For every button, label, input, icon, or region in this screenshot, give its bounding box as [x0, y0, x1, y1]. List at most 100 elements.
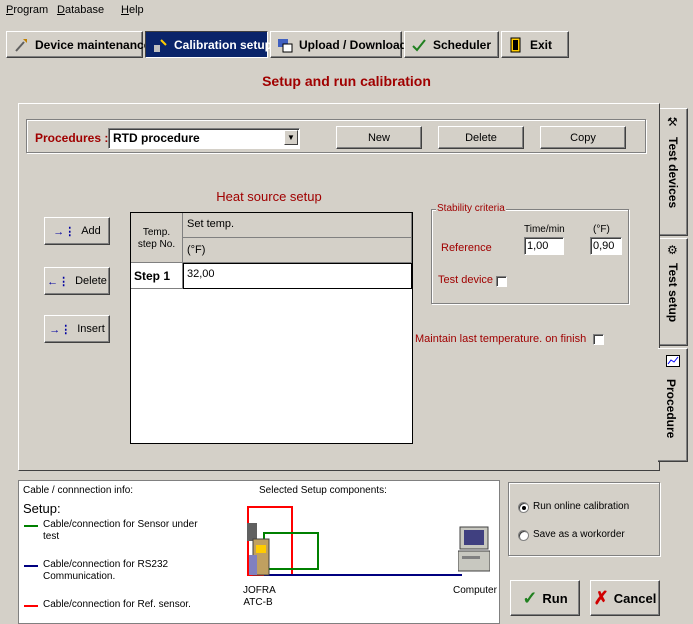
- table-row-step-cell: Step 1: [131, 263, 183, 289]
- tab-test-setup[interactable]: ⚙ Test setup: [660, 238, 688, 346]
- maintain-last-label: Maintain last temperature. on finish: [415, 333, 587, 345]
- test-device-label: Test device: [438, 274, 494, 286]
- column-header-step: Temp. step No.: [131, 213, 183, 263]
- procedure-panel: Procedures : RTD procedure ▼ New Delete …: [18, 103, 660, 471]
- exit-door-icon: [508, 37, 524, 53]
- column-header-unit-label: (°F): [187, 244, 206, 256]
- column-header-settemp-label: Set temp.: [187, 218, 235, 230]
- save-workorder-radio[interactable]: [518, 530, 529, 541]
- calibration-icon: ⚙: [667, 243, 678, 257]
- legend-green-line: [24, 525, 38, 527]
- delete-step-button[interactable]: ←⋮ Delete: [44, 267, 110, 295]
- delete-row-icon: ←⋮: [47, 275, 70, 288]
- insert-step-button[interactable]: →⋮ Insert: [44, 315, 110, 343]
- stability-criteria-title: Stability criteria: [436, 203, 506, 214]
- menu-program[interactable]: Program: [6, 4, 48, 16]
- reference-temp-input[interactable]: 0,90: [590, 237, 622, 255]
- row-settemp-value: 32,00: [187, 268, 215, 280]
- computer-icon: [457, 525, 491, 575]
- upload-download-label: Upload / Download: [299, 37, 407, 52]
- wrench-icon: ⚒: [667, 115, 678, 129]
- procedures-label: Procedures :: [35, 131, 109, 145]
- cancel-button[interactable]: ✗ Cancel: [590, 580, 660, 616]
- reference-label: Reference: [441, 242, 492, 254]
- legend-red-line: [24, 605, 38, 607]
- connection-info-panel: Cable / connnection info: Setup: Cable/c…: [18, 480, 500, 624]
- legend-sensor-text: Cable/connection for Sensor under test: [43, 519, 198, 543]
- reference-time-input[interactable]: 1,00: [524, 237, 564, 255]
- legend-rs232-line1: Cable/connection for RS232: [43, 559, 169, 570]
- device-maintenance-label: Device maintenance: [35, 37, 151, 52]
- setup-label: Setup:: [23, 501, 61, 516]
- run-button[interactable]: ✓ Run: [510, 580, 580, 616]
- tab-procedure-label: Procedure: [664, 379, 678, 439]
- column-header-settemp: Set temp.: [183, 213, 412, 238]
- device-maintenance-button[interactable]: Device maintenance: [6, 31, 150, 58]
- page-title: Setup and run calibration: [262, 73, 431, 89]
- column-header-step-line2: step No.: [137, 239, 176, 250]
- legend-navy-line: [24, 565, 38, 567]
- add-row-icon: →⋮: [53, 225, 76, 238]
- legend-sensor-line2: test: [43, 531, 60, 542]
- run-options-group: [508, 482, 660, 556]
- delete-step-label: Delete: [75, 275, 107, 287]
- legend-ref-text: Cable/connection for Ref. sensor.: [43, 599, 191, 610]
- scheduler-icon: [411, 37, 427, 53]
- chart-icon: [666, 355, 680, 367]
- connection-info-title: Cable / connnection info:: [23, 485, 134, 496]
- upload-download-icon: [277, 37, 293, 53]
- menu-help[interactable]: Help: [121, 4, 144, 16]
- tab-test-devices[interactable]: ⚒ Test devices: [660, 108, 688, 236]
- exit-label: Exit: [530, 37, 553, 52]
- copy-procedure-button[interactable]: Copy: [540, 126, 626, 149]
- run-label: Run: [542, 590, 568, 606]
- delete-procedure-button[interactable]: Delete: [438, 126, 524, 149]
- test-device-checkbox[interactable]: [496, 276, 507, 287]
- legend-rs232-line2: Communication.: [43, 571, 116, 582]
- unit-header: (°F): [593, 224, 610, 235]
- insert-step-label: Insert: [77, 323, 105, 335]
- tab-test-devices-label: Test devices: [666, 137, 680, 209]
- menu-bar: Program Database Help: [0, 0, 693, 20]
- legend-rs232-text: Cable/connection for RS232 Communication…: [43, 559, 168, 583]
- chevron-down-icon[interactable]: ▼: [284, 130, 298, 145]
- selected-components-title: Selected Setup components:: [259, 485, 387, 496]
- wrench-icon: [13, 37, 29, 53]
- close-icon: ✗: [593, 587, 609, 608]
- device-label: JOFRA ATC-B: [243, 585, 276, 609]
- scheduler-button[interactable]: Scheduler: [404, 31, 499, 58]
- table-row-settemp-cell[interactable]: 32,00: [183, 263, 412, 289]
- run-online-label: Run online calibration: [533, 501, 630, 512]
- device-label-line1: JOFRA: [243, 585, 276, 596]
- menu-database[interactable]: Database: [57, 4, 104, 16]
- calibration-setup-button[interactable]: Calibration setup: [145, 31, 272, 58]
- checkmark-icon: ✓: [522, 587, 538, 608]
- insert-row-icon: →⋮: [49, 323, 72, 336]
- run-online-radio[interactable]: [518, 502, 529, 513]
- legend-sensor-line1: Cable/connection for Sensor under: [43, 519, 198, 530]
- setup-diagram: [247, 506, 462, 576]
- column-header-step-line1: Temp.: [142, 227, 171, 238]
- tab-test-setup-label: Test setup: [666, 263, 680, 323]
- device-label-line2: ATC-B: [243, 597, 273, 608]
- exit-button[interactable]: Exit: [501, 31, 569, 58]
- calibrator-device-icon: [245, 519, 271, 577]
- add-step-label: Add: [81, 225, 101, 237]
- upload-download-button[interactable]: Upload / Download: [270, 31, 407, 58]
- temperature-steps-grid[interactable]: Temp. step No. Set temp. (°F) Step 1 32,…: [130, 212, 413, 444]
- save-workorder-label: Save as a workorder: [533, 529, 625, 540]
- column-header-unit: (°F): [183, 238, 412, 263]
- row-step-label: Step 1: [134, 269, 171, 283]
- calibration-icon: [152, 37, 168, 53]
- computer-label: Computer: [453, 585, 497, 596]
- tab-procedure[interactable]: Procedure: [658, 348, 688, 462]
- toolbar: Device maintenance Calibration setup Upl…: [0, 31, 693, 59]
- maintain-last-checkbox[interactable]: [593, 334, 604, 345]
- time-header: Time/min: [524, 224, 565, 235]
- calibration-setup-label: Calibration setup: [174, 37, 273, 52]
- scheduler-label: Scheduler: [433, 37, 492, 52]
- procedure-select[interactable]: RTD procedure ▼: [108, 128, 300, 149]
- new-procedure-button[interactable]: New: [336, 126, 422, 149]
- add-step-button[interactable]: →⋮ Add: [44, 217, 110, 245]
- heat-source-title: Heat source setup: [216, 189, 322, 204]
